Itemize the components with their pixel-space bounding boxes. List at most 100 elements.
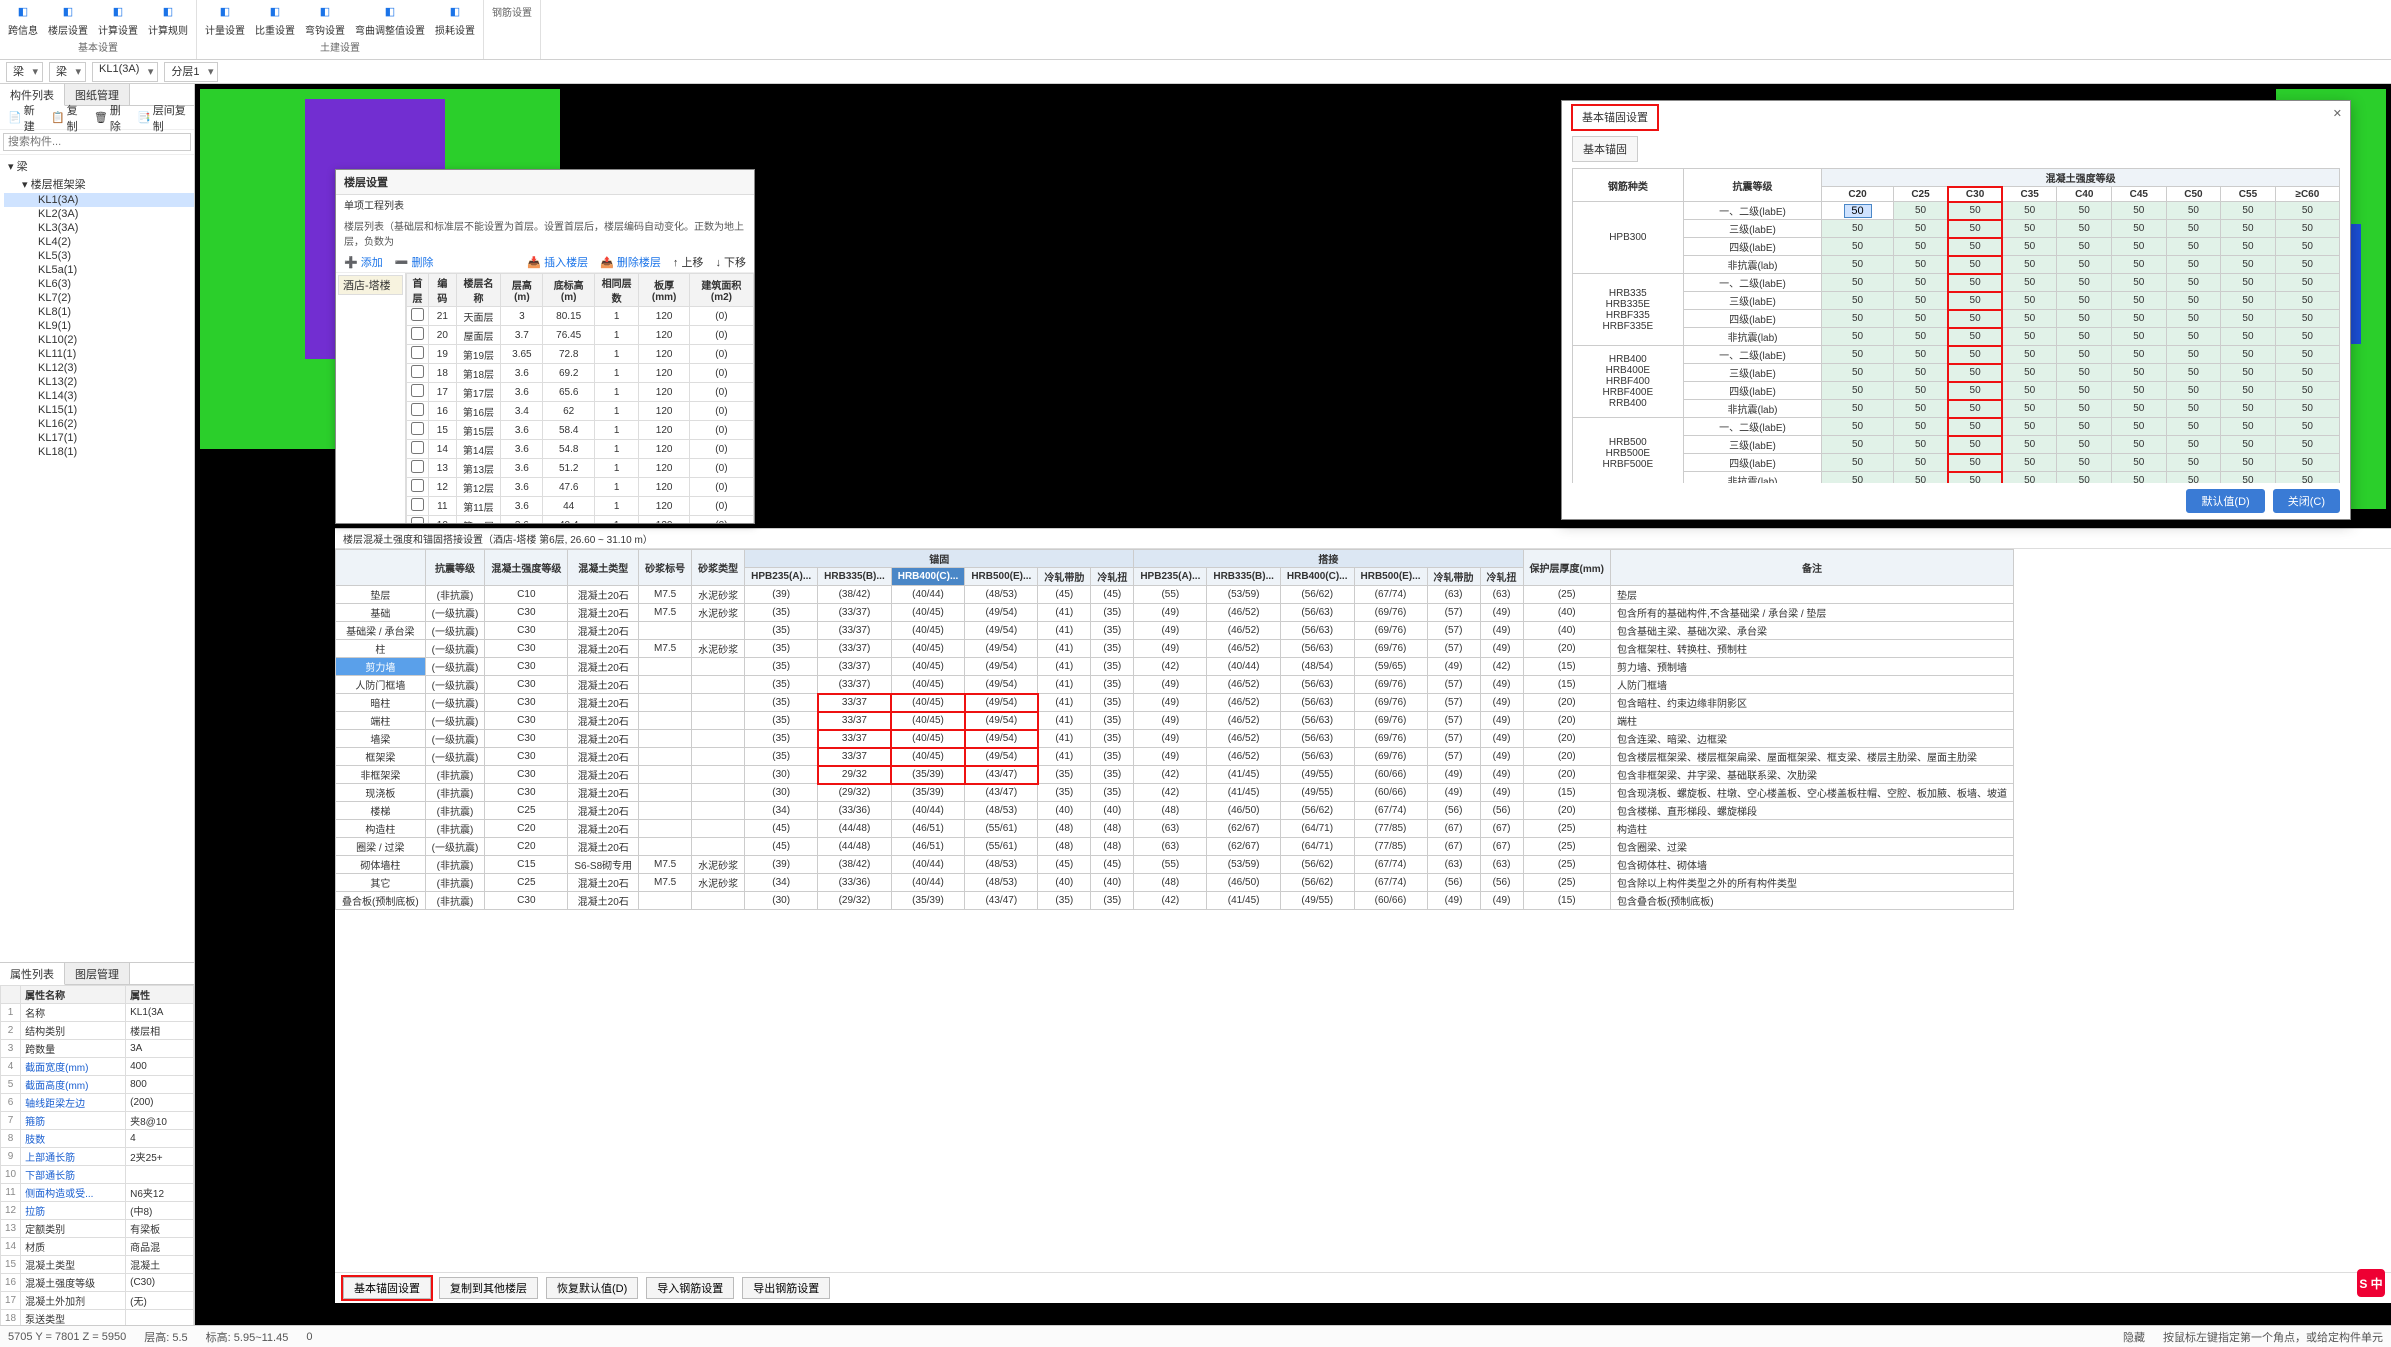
anchor-cell[interactable]: 50 <box>2057 418 2112 436</box>
anchor-cell[interactable]: 50 <box>1948 202 2003 220</box>
anchor-cell[interactable]: 50 <box>2221 238 2276 256</box>
anchor-cell[interactable]: 50 <box>1948 454 2003 472</box>
floor-row[interactable]: 15第15层3.658.41120(0) <box>407 421 754 440</box>
rebar-row[interactable]: 框架梁(一级抗震)C30混凝土20石(35)33/37(40/45)(49/54… <box>336 748 2014 766</box>
anchor-cell[interactable]: 50 <box>2275 292 2339 310</box>
anchor-cell[interactable]: 50 <box>2057 202 2112 220</box>
anchor-cell[interactable]: 50 <box>2275 346 2339 364</box>
selector-b[interactable]: 梁 <box>49 62 86 82</box>
ribbon-计算设置[interactable]: ◧计算设置 <box>98 2 138 37</box>
anchor-cell[interactable]: 50 <box>2275 472 2339 484</box>
anchor-cell[interactable]: 50 <box>2221 220 2276 238</box>
anchor-cell[interactable]: 50 <box>2275 418 2339 436</box>
anchor-cell[interactable]: 50 <box>1948 382 2003 400</box>
tree-item[interactable]: KL10(2) <box>4 333 194 347</box>
tree-item[interactable]: KL6(3) <box>4 277 194 291</box>
anchor-cell[interactable]: 50 <box>2221 328 2276 346</box>
floor-first-check[interactable] <box>411 327 424 340</box>
floor-first-check[interactable] <box>411 460 424 473</box>
anchor-cell[interactable]: 50 <box>2275 454 2339 472</box>
anchor-cell[interactable]: 50 <box>2057 292 2112 310</box>
anchor-cell[interactable]: 50 <box>1893 400 1948 418</box>
floor-del[interactable]: ➖ 删除 <box>395 254 434 270</box>
anchor-cell[interactable]: 50 <box>1948 274 2003 292</box>
anchor-cell[interactable]: 50 <box>2166 220 2221 238</box>
rebar-btn-4[interactable]: 导出钢筋设置 <box>742 1277 830 1299</box>
anchor-cell[interactable]: 50 <box>2221 364 2276 382</box>
floor-row[interactable]: 14第14层3.654.81120(0) <box>407 440 754 459</box>
anchor-cell[interactable]: 50 <box>2166 256 2221 274</box>
anchor-cell[interactable]: 50 <box>2275 364 2339 382</box>
rebar-row[interactable]: 暗柱(一级抗震)C30混凝土20石(35)33/37(40/45)(49/54)… <box>336 694 2014 712</box>
tree-item[interactable]: KL12(3) <box>4 361 194 375</box>
anchor-cell[interactable]: 50 <box>2221 202 2276 220</box>
anchor-cell[interactable]: 50 <box>2166 436 2221 454</box>
rebar-row[interactable]: 端柱(一级抗震)C30混凝土20石(35)33/37(40/45)(49/54)… <box>336 712 2014 730</box>
rebar-row[interactable]: 其它(非抗震)C25混凝土20石M7.5水泥砂浆(34)(33/36)(40/4… <box>336 874 2014 892</box>
anchor-cell[interactable]: 50 <box>2221 436 2276 454</box>
anchor-cell[interactable]: 50 <box>2112 220 2167 238</box>
floor-row[interactable]: 18第18层3.669.21120(0) <box>407 364 754 383</box>
rebar-row[interactable]: 圈梁 / 过梁(一级抗震)C20混凝土20石(45)(44/48)(46/51)… <box>336 838 2014 856</box>
rebar-row[interactable]: 基础(一级抗震)C30混凝土20石M7.5水泥砂浆(35)(33/37)(40/… <box>336 604 2014 622</box>
prop-val[interactable]: (C30) <box>126 1274 194 1292</box>
anchor-cell[interactable]: 50 <box>2221 400 2276 418</box>
prop-val[interactable]: (中8) <box>126 1202 194 1220</box>
prop-val[interactable] <box>126 1166 194 1184</box>
anchor-cell[interactable]: 50 <box>2221 310 2276 328</box>
anchor-cell[interactable]: 50 <box>2275 274 2339 292</box>
anchor-cell[interactable]: 50 <box>2057 274 2112 292</box>
floor-row[interactable]: 20屋面层3.776.451120(0) <box>407 326 754 345</box>
anchor-cell[interactable]: 50 <box>1893 454 1948 472</box>
tree-item[interactable]: KL7(2) <box>4 291 194 305</box>
anchor-cell[interactable]: 50 <box>2002 400 2057 418</box>
prop-val[interactable]: KL1(3A <box>126 1004 194 1022</box>
anchor-cell[interactable]: 50 <box>1893 202 1948 220</box>
anchor-cell[interactable]: 50 <box>2221 472 2276 484</box>
move-down[interactable]: ↓ 下移 <box>715 254 746 270</box>
prop-val[interactable]: 2夹25+ <box>126 1148 194 1166</box>
default-button[interactable]: 默认值(D) <box>2186 489 2264 513</box>
move-up[interactable]: ↑ 上移 <box>673 254 704 270</box>
anchor-cell[interactable]: 50 <box>1893 292 1948 310</box>
anchor-cell[interactable]: 50 <box>1948 292 2003 310</box>
tree-item[interactable]: KL16(2) <box>4 417 194 431</box>
anchor-cell[interactable]: 50 <box>2057 220 2112 238</box>
anchor-cell[interactable]: 50 <box>2275 310 2339 328</box>
anchor-cell[interactable]: 50 <box>2275 328 2339 346</box>
floor-first-check[interactable] <box>411 365 424 378</box>
anchor-cell[interactable]: 50 <box>1822 328 1893 346</box>
anchor-cell[interactable]: 50 <box>1822 472 1893 484</box>
anchor-cell[interactable]: 50 <box>1893 364 1948 382</box>
anchor-cell[interactable]: 50 <box>2221 256 2276 274</box>
tree-item[interactable]: KL14(3) <box>4 389 194 403</box>
search-input[interactable] <box>3 133 191 151</box>
anchor-cell[interactable]: 50 <box>1822 382 1893 400</box>
rebar-row[interactable]: 现浇板(非抗震)C30混凝土20石(30)(29/32)(35/39)(43/4… <box>336 784 2014 802</box>
anchor-cell[interactable]: 50 <box>2166 382 2221 400</box>
anchor-cell[interactable]: 50 <box>2275 382 2339 400</box>
tab-layers[interactable]: 图层管理 <box>65 963 130 984</box>
anchor-cell[interactable]: 50 <box>1893 238 1948 256</box>
anchor-cell[interactable]: 50 <box>1822 274 1893 292</box>
anchor-cell[interactable]: 50 <box>1948 346 2003 364</box>
prop-val[interactable]: N6夹12 <box>126 1184 194 1202</box>
tree-item[interactable]: KL3(3A) <box>4 221 194 235</box>
anchor-cell[interactable]: 50 <box>2221 454 2276 472</box>
rebar-row[interactable]: 构造柱(非抗震)C20混凝土20石(45)(44/48)(46/51)(55/6… <box>336 820 2014 838</box>
project-item[interactable]: 酒店-塔楼 <box>338 275 403 295</box>
prop-val[interactable]: 商品混 <box>126 1238 194 1256</box>
anchor-edit-cell[interactable] <box>1844 204 1872 218</box>
anchor-cell[interactable]: 50 <box>1822 418 1893 436</box>
anchor-cell[interactable]: 50 <box>2057 310 2112 328</box>
anchor-cell[interactable]: 50 <box>2166 472 2221 484</box>
tree-sub[interactable]: ▾ 楼层框架梁 <box>4 175 194 193</box>
floor-add[interactable]: ➕ 添加 <box>344 254 383 270</box>
ribbon-计量设置[interactable]: ◧计量设置 <box>205 2 245 37</box>
anchor-cell[interactable]: 50 <box>2166 346 2221 364</box>
anchor-cell[interactable]: 50 <box>1822 400 1893 418</box>
prop-val[interactable]: 有梁板 <box>126 1220 194 1238</box>
anchor-cell[interactable]: 50 <box>2002 472 2057 484</box>
anchor-cell[interactable]: 50 <box>2275 436 2339 454</box>
anchor-cell[interactable]: 50 <box>2002 238 2057 256</box>
